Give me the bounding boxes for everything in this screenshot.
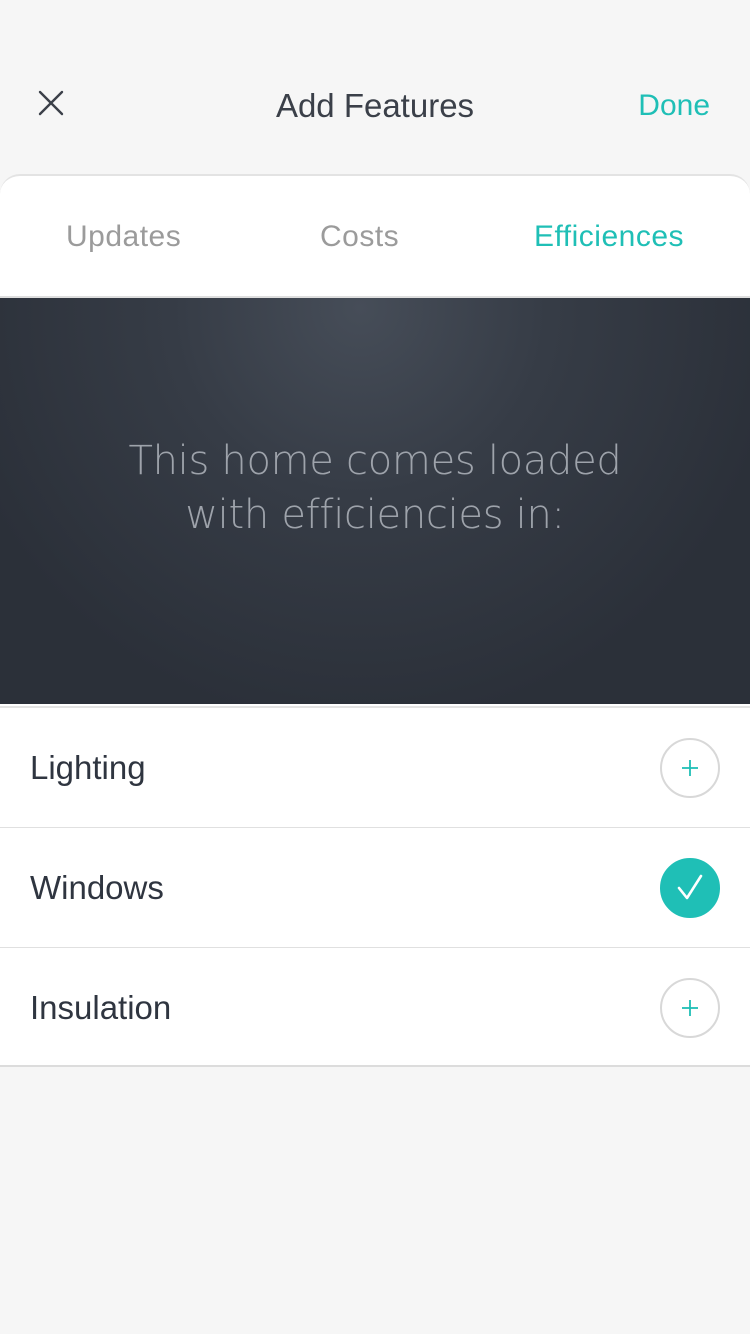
tab-updates[interactable]: Updates	[66, 216, 181, 258]
features-card: Updates Costs Efficiences This home come…	[0, 174, 750, 1067]
check-icon	[677, 874, 703, 900]
feature-list: Lighting Windows Insulation	[0, 706, 750, 1065]
tab-costs[interactable]: Costs	[320, 216, 399, 258]
plus-icon	[682, 1000, 698, 1016]
tab-bar: Updates Costs Efficiences	[0, 176, 750, 298]
hero-banner: This home comes loaded with efficiencies…	[0, 298, 750, 704]
hero-line-1: This home comes loaded	[128, 438, 622, 484]
feature-label: Lighting	[30, 749, 146, 786]
feature-label: Windows	[30, 869, 164, 906]
feature-row-windows[interactable]: Windows	[0, 828, 750, 948]
done-button[interactable]: Done	[638, 84, 710, 128]
tab-efficiences[interactable]: Efficiences	[534, 216, 684, 258]
windows-selected-toggle[interactable]	[660, 858, 720, 918]
add-insulation-button[interactable]	[660, 978, 720, 1038]
hero-line-2: with efficiencies in:	[185, 492, 565, 538]
top-bar: Add Features Done	[0, 0, 750, 176]
feature-row-lighting[interactable]: Lighting	[0, 708, 750, 828]
feature-row-insulation[interactable]: Insulation	[0, 948, 750, 1065]
plus-icon	[682, 760, 698, 776]
feature-label: Insulation	[30, 989, 172, 1026]
hero-text: This home comes loaded with efficiencies…	[0, 434, 750, 542]
add-lighting-button[interactable]	[660, 738, 720, 798]
